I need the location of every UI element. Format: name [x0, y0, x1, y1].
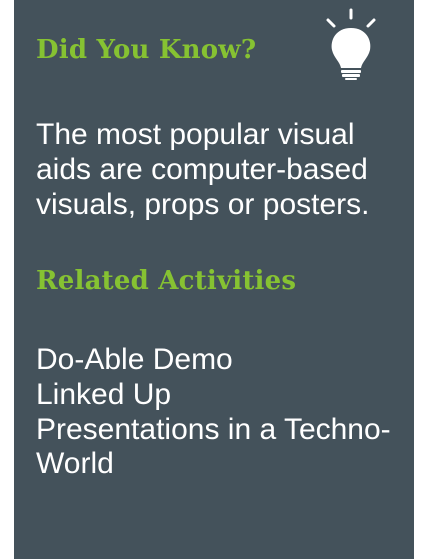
activity-link-do-able-demo[interactable]: Do-Able Demo — [36, 343, 406, 378]
related-activities-heading: Related Activities — [36, 266, 297, 296]
activity-link-linked-up[interactable]: Linked Up — [36, 378, 406, 413]
related-activities-list: Do-Able Demo Linked Up Presentations in … — [36, 343, 406, 482]
did-you-know-heading: Did You Know? — [36, 35, 257, 65]
fact-text: The most popular visual aids are compute… — [36, 118, 370, 221]
lightbulb-icon — [326, 8, 376, 80]
did-you-know-card: Did You Know? The most popular visual ai… — [14, 0, 414, 559]
activity-link-presentations-in-a-techno-world[interactable]: Presentations in a Techno-World — [36, 413, 406, 483]
